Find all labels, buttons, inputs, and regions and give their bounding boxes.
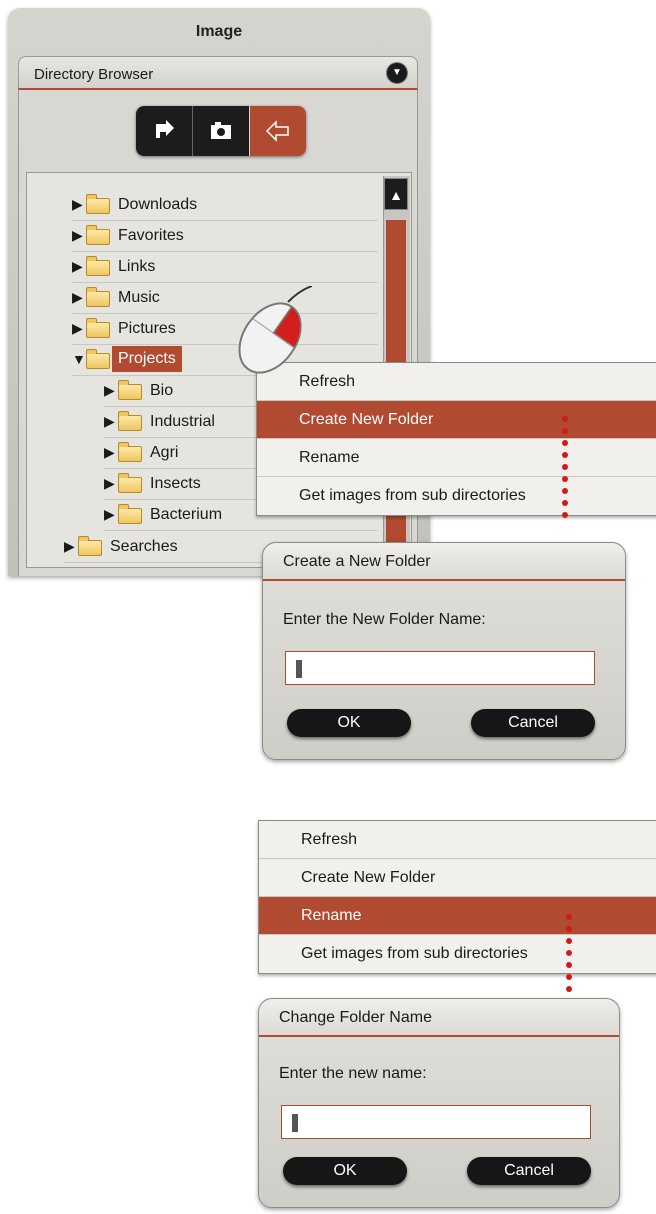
menu-item-create-new-folder[interactable]: Create New Folder [259,859,656,897]
export-arrow-icon[interactable] [136,106,192,156]
tree-item-music[interactable]: ▶ Music [72,283,378,314]
dialog-prompt: Enter the New Folder Name: [283,611,486,628]
browser-toolbar [136,106,306,156]
directory-browser-header[interactable]: Directory Browser ▼ [18,56,418,90]
tree-item-favorites[interactable]: ▶ Favorites [72,221,378,252]
folder-icon [86,256,110,276]
folder-icon [86,349,110,369]
expand-right-arrow-icon[interactable]: ▶ [104,506,115,523]
dialog-title: Change Folder Name [259,999,619,1037]
expand-right-arrow-icon[interactable]: ▶ [64,538,75,555]
text-caret [292,1114,298,1132]
folder-icon [86,225,110,245]
tree-item-label: Bio [150,382,174,399]
tree-item-label: Pictures [118,320,176,337]
tree-item-downloads[interactable]: ▶ Downloads [72,190,378,221]
folder-icon [118,473,142,493]
collapse-toggle-icon[interactable]: ▼ [387,63,407,83]
menu-item-get-images[interactable]: Get images from sub directories [257,477,656,515]
tree-item-label: Projects [112,346,182,372]
new-name-input[interactable] [281,1105,591,1139]
folder-icon [86,287,110,307]
tree-item-label: Agri [150,444,179,461]
tree-item-links[interactable]: ▶ Links [72,252,378,283]
folder-icon [78,536,102,556]
folder-icon [118,504,142,524]
tree-item-label: Searches [110,538,178,555]
folder-name-input[interactable] [285,651,595,685]
dialog-title: Create a New Folder [263,543,625,581]
tree-item-label: Bacterium [150,506,223,523]
expand-right-arrow-icon[interactable]: ▶ [104,413,115,430]
expand-right-arrow-icon[interactable]: ▶ [72,196,83,213]
toolbar-divider [192,106,193,156]
mouse-cursor-icon [238,286,312,374]
expand-right-arrow-icon[interactable]: ▶ [104,382,115,399]
folder-icon [118,380,142,400]
tree-item-label: Links [118,258,156,275]
tree-item-label: Downloads [118,196,198,213]
menu-item-rename[interactable]: Rename [259,897,656,935]
directory-browser-title: Directory Browser [34,66,154,83]
panel-title: Image [195,23,243,40]
back-arrow-icon[interactable] [250,106,306,156]
expand-right-arrow-icon[interactable]: ▶ [104,475,115,492]
rename-folder-dialog: Change Folder Name Enter the new name: O… [258,998,620,1208]
expand-right-arrow-icon[interactable]: ▶ [104,444,115,461]
context-menu: Refresh Create New Folder Rename Get ima… [256,362,656,516]
folder-icon [118,411,142,431]
dialog-prompt: Enter the new name: [279,1065,427,1082]
tree-item-label: Industrial [150,413,215,430]
tree-item-label: Favorites [118,227,184,244]
cancel-button[interactable]: Cancel [467,1157,591,1185]
connector-dots [562,416,568,524]
menu-item-create-new-folder[interactable]: Create New Folder [257,401,656,439]
expand-right-arrow-icon[interactable]: ▶ [72,258,83,275]
expand-right-arrow-icon[interactable]: ▶ [72,320,83,337]
scroll-up-icon[interactable]: ▲ [384,178,408,210]
text-caret [296,660,302,678]
camera-icon[interactable] [193,106,249,156]
create-folder-dialog: Create a New Folder Enter the New Folder… [262,542,626,760]
folder-icon [86,194,110,214]
tree-item-pictures[interactable]: ▶ Pictures [72,314,378,345]
tree-item-label: Music [118,289,160,306]
folder-icon [86,318,110,338]
folder-icon [118,442,142,462]
menu-item-rename[interactable]: Rename [257,439,656,477]
expand-right-arrow-icon[interactable]: ▶ [72,227,83,244]
tree-item-label: Insects [150,475,201,492]
expand-down-arrow-icon[interactable]: ▼ [72,351,86,367]
expand-right-arrow-icon[interactable]: ▶ [72,289,83,306]
cancel-button[interactable]: Cancel [471,709,595,737]
menu-item-refresh[interactable]: Refresh [259,821,656,859]
menu-item-get-images[interactable]: Get images from sub directories [259,935,656,973]
menu-item-refresh[interactable]: Refresh [257,363,656,401]
context-menu: Refresh Create New Folder Rename Get ima… [258,820,656,974]
ok-button[interactable]: OK [283,1157,407,1185]
ok-button[interactable]: OK [287,709,411,737]
